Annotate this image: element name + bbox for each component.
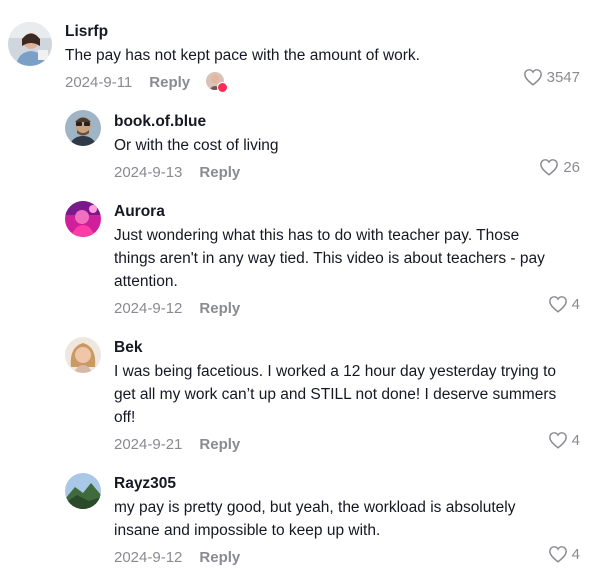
like-count: 4 [571, 431, 580, 449]
username[interactable]: Bek [114, 338, 584, 358]
like-count: 4 [571, 295, 580, 313]
comment-text-line: attention. [114, 273, 178, 290]
comment-text: I was being facetious. I worked a 12 hou… [114, 360, 584, 429]
heart-outline-icon [523, 69, 542, 86]
like-count: 26 [563, 158, 580, 176]
username[interactable]: Rayz305 [114, 474, 584, 494]
reply-button[interactable]: Reply [149, 74, 190, 91]
comment-meta: 2024-9-12 Reply [114, 297, 584, 319]
comment-meta: 2024-9-13 Reply [114, 161, 584, 183]
comment-date: 2024-9-13 [114, 163, 183, 181]
comment-text-line: my pay is pretty good, but yeah, the wor… [114, 499, 516, 516]
comment-text-line: get all my work can’t up and STILL not d… [114, 386, 557, 403]
comment-item: Lisrfp The pay has not kept pace with th… [0, 0, 597, 100]
comment-text-line: things aren't in any way tied. This vide… [114, 250, 545, 267]
reply-item: book.of.blue Or with the cost of living … [0, 100, 597, 196]
heart-outline-icon [548, 546, 567, 563]
avatar[interactable] [8, 22, 52, 66]
comment-date: 2024-9-12 [114, 548, 183, 566]
reply-button[interactable]: Reply [199, 549, 240, 566]
comment-text: Or with the cost of living [114, 137, 279, 154]
avatar[interactable] [65, 473, 101, 509]
comment-meta: 2024-9-12 Reply [114, 546, 584, 568]
avatar[interactable] [65, 201, 101, 237]
reply-item: Rayz305 my pay is pretty good, but yeah,… [0, 468, 597, 581]
comment-text: Just wondering what this has to do with … [114, 224, 584, 293]
reply-button[interactable]: Reply [199, 436, 240, 453]
comment-date: 2024-9-11 [65, 73, 133, 91]
heart-outline-icon [540, 159, 559, 176]
avatar[interactable] [65, 110, 101, 146]
reply-button[interactable]: Reply [199, 164, 240, 181]
heart-outline-icon [548, 432, 567, 449]
like-button[interactable]: 4 [548, 545, 580, 563]
username[interactable]: book.of.blue [114, 112, 584, 132]
like-button[interactable]: 26 [539, 158, 580, 176]
reply-item: Bek I was being facetious. I worked a 12… [0, 332, 597, 472]
like-button[interactable]: 4 [548, 295, 580, 313]
comment-date: 2024-9-12 [114, 299, 183, 317]
reply-button[interactable]: Reply [199, 300, 240, 317]
username[interactable]: Aurora [114, 202, 584, 222]
comment-text-line: I was being facetious. I worked a 12 hou… [114, 363, 556, 380]
comment-meta: 2024-9-21 Reply [114, 433, 584, 455]
comment-meta: 2024-9-11 Reply [65, 71, 585, 93]
comment-text-line: off! [114, 409, 136, 426]
creator-liked-badge-icon [206, 71, 229, 93]
comment-text: my pay is pretty good, but yeah, the wor… [114, 496, 584, 542]
comment-date: 2024-9-21 [114, 435, 183, 453]
avatar[interactable] [65, 337, 101, 373]
comment-text-line: insane and impossible to keep up with. [114, 522, 381, 539]
comment-text: The pay has not kept pace with the amoun… [65, 47, 420, 64]
reply-item: Aurora Just wondering what this has to d… [0, 196, 597, 336]
username[interactable]: Lisrfp [65, 22, 585, 42]
like-count: 4 [571, 545, 580, 563]
heart-outline-icon [548, 296, 567, 313]
like-count: 3547 [546, 68, 580, 86]
like-button[interactable]: 4 [548, 431, 580, 449]
comment-text-line: Just wondering what this has to do with … [114, 227, 520, 244]
like-button[interactable]: 3547 [523, 68, 580, 86]
